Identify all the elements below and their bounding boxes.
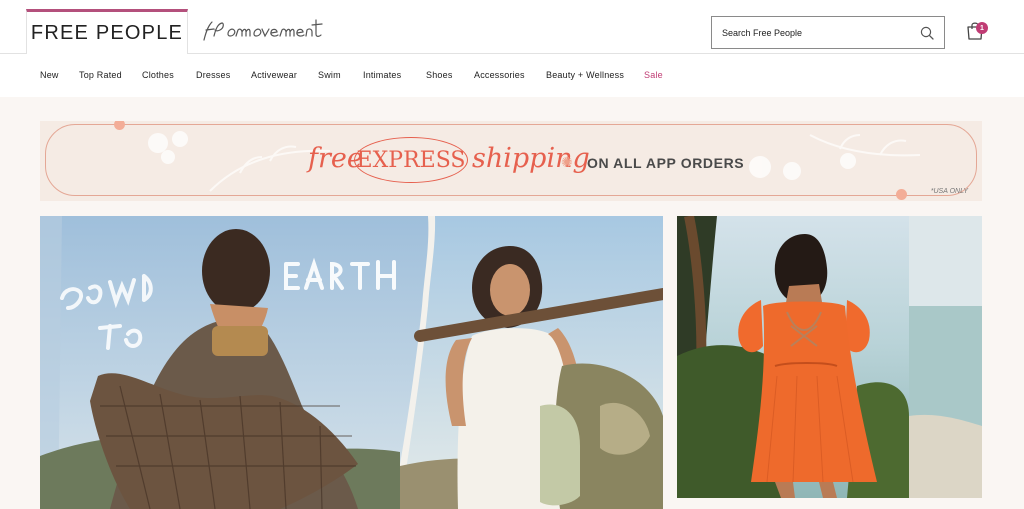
nav-item-dresses[interactable]: Dresses — [196, 70, 230, 80]
orange-dress-hero-image[interactable] — [677, 216, 982, 498]
nav-item-sale[interactable]: Sale — [644, 70, 663, 80]
express-shipping-promo-banner[interactable]: free EXPRESS shipping ✺ ON ALL APP ORDER… — [40, 121, 982, 201]
nav-item-activewear[interactable]: Activewear — [251, 70, 297, 80]
nav-item-shoes[interactable]: Shoes — [426, 70, 453, 80]
main-navigation: New Top Rated Clothes Dresses Activewear… — [0, 54, 1024, 97]
nav-item-new[interactable]: New — [40, 70, 59, 80]
decorative-dot — [896, 189, 907, 200]
main-content: free EXPRESS shipping ✺ ON ALL APP ORDER… — [0, 97, 1024, 509]
nav-item-beauty-wellness[interactable]: Beauty + Wellness — [546, 70, 624, 80]
brand-logo-text: FREE PEOPLE — [30, 21, 184, 44]
nav-item-swim[interactable]: Swim — [318, 70, 341, 80]
fp-movement-logo[interactable] — [200, 14, 328, 48]
cart-count-badge: 1 — [976, 22, 988, 34]
nav-item-top-rated[interactable]: Top Rated — [79, 70, 122, 80]
search-field[interactable] — [711, 16, 945, 49]
free-people-logo-tab[interactable]: FREE PEOPLE — [26, 9, 188, 54]
search-icon[interactable] — [920, 26, 934, 40]
hero-left-photo — [40, 216, 663, 509]
nav-item-clothes[interactable]: Clothes — [142, 70, 174, 80]
nav-item-intimates[interactable]: Intimates — [363, 70, 401, 80]
promo-usa-only-note: *USA ONLY — [930, 188, 968, 195]
search-input[interactable] — [722, 17, 912, 48]
promo-express-text: EXPRESS — [356, 147, 466, 173]
flower-icon: ✺ — [561, 154, 573, 170]
hero-right-photo — [677, 216, 982, 498]
promo-app-orders-text: ON ALL APP ORDERS — [587, 155, 745, 171]
nav-item-accessories[interactable]: Accessories — [474, 70, 525, 80]
site-header: FREE PEOPLE 1 — [0, 0, 1024, 54]
express-oval: EXPRESS — [354, 137, 468, 183]
down-to-earth-hero-image[interactable] — [40, 216, 663, 509]
